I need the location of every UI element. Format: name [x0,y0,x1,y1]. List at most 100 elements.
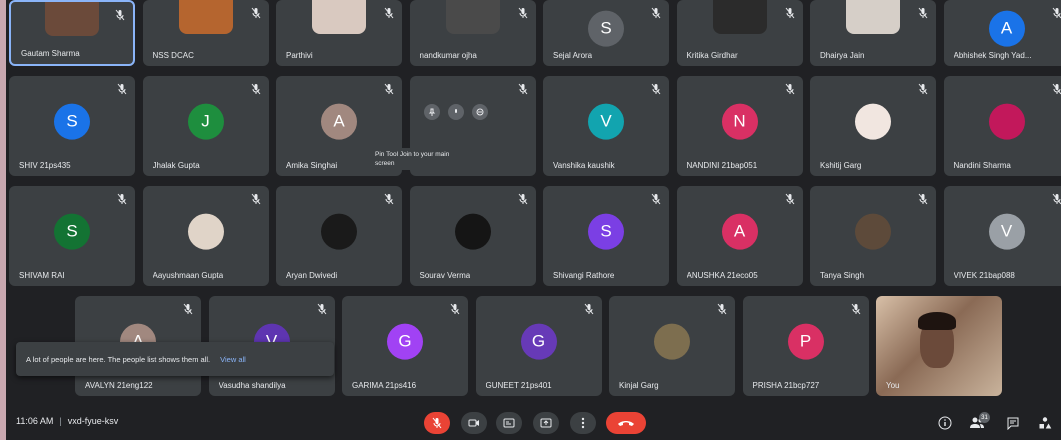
participant-tile[interactable]: A ANUSHKA 21eco05 [676,186,803,286]
muted-mic-icon [251,192,261,205]
participant-tile[interactable]: Kinjal Garg [609,296,735,396]
participant-name: Dhairya Jain [820,51,865,60]
captions-icon [503,418,515,428]
muted-mic-icon [317,302,327,315]
muted-mic-icon [450,302,460,315]
participant-name: GARIMA 21ps416 [352,381,417,390]
tile-hover-controls [424,104,488,120]
more-options-button[interactable] [570,412,596,434]
participant-name: Nandini Sharma [953,161,1011,170]
participant-name: PRISHA 21bcp727 [752,381,820,390]
participant-name: Kritika Girdhar [686,51,738,60]
muted-mic-icon [384,82,394,95]
participant-tile[interactable]: Sourav Verma [409,186,536,286]
participant-tile[interactable]: S Shivangi Rathore [543,186,669,286]
camera-icon [468,419,479,427]
captions-button[interactable] [496,412,522,434]
mic-off-button[interactable] [424,412,450,434]
participant-tile[interactable]: G GUNEET 21ps401 [475,296,602,396]
muted-mic-icon [518,82,528,95]
avatar: S [54,103,90,140]
muted-mic-icon [785,6,795,19]
muted-mic-icon [785,192,795,205]
avatar-photo [712,0,767,34]
participant-tile[interactable]: S Sejal Arora [543,0,669,66]
participant-tile[interactable]: nandkumar ojha [409,0,536,66]
mic-off-icon [432,417,442,429]
mic-toggle-icon[interactable] [448,104,464,120]
avatar-photo [187,213,224,250]
info-button[interactable] [936,414,954,432]
remove-icon[interactable] [472,104,488,120]
muted-mic-icon [384,6,394,19]
participant-tile[interactable]: J Jhalak Gupta [142,76,269,176]
muted-mic-icon [183,302,193,315]
end-call-button[interactable] [606,412,646,434]
participant-name: Gautam Sharma [21,49,80,58]
people-count-badge: 31 [979,412,990,423]
avatar-photo [178,0,233,34]
present-button[interactable] [533,412,559,434]
participant-name: Kinjal Garg [619,381,659,390]
participant-name: SHIVAM RAI [19,271,65,280]
participant-tile[interactable]: P PRISHA 21bcp727 [742,296,869,396]
muted-mic-icon [651,6,661,19]
avatar-photo [654,323,690,360]
participant-name: Kshitij Garg [820,161,862,170]
participant-tile[interactable]: Aayushmaan Gupta [142,186,269,286]
avatar-photo [445,0,500,34]
avatar-photo [321,213,357,250]
participant-name: Shivangi Rathore [553,271,615,280]
camera-button[interactable] [461,412,487,434]
participant-tile[interactable]: NSS DCAC [142,0,269,66]
participant-tile[interactable]: Dhairya Jain [810,0,936,66]
participant-tile[interactable]: V Vanshika kaushik [543,76,669,176]
participant-tile[interactable]: V VIVEK 21bap088 [943,186,1061,286]
bottom-bar: 11:06 AM | vxd-fyue-ksv 31 [0,406,1061,440]
participant-name: Vasudha shandilya [218,381,286,390]
end-call-icon [618,421,634,426]
muted-mic-icon [918,192,928,205]
muted-mic-icon [1052,82,1061,95]
avatar: A [988,10,1025,47]
participant-tile[interactable]: Nandini Sharma [943,76,1061,176]
view-all-link[interactable]: View all [220,355,246,364]
participant-name: Vanshika kaushik [553,161,615,170]
participant-tile[interactable]: G GARIMA 21ps416 [342,296,468,396]
participant-tile[interactable]: S SHIV 21ps435 [9,76,135,176]
participant-tile[interactable]: Kritika Girdhar [676,0,803,66]
participant-tile[interactable]: Gautam Sharma [9,0,135,66]
pin-icon[interactable] [424,104,440,120]
avatar: P [787,323,824,360]
muted-mic-icon [851,302,861,315]
muted-mic-icon [918,6,928,19]
left-edge-strip [0,0,6,440]
avatar: S [588,10,624,47]
muted-mic-icon [717,302,727,315]
avatar: S [54,213,90,250]
present-icon [540,418,552,428]
participant-tile[interactable]: Parthivi [276,0,402,66]
participant-tile[interactable]: N NANDINI 21bap051 [676,76,803,176]
participant-tile[interactable]: Aryan Dwivedi [276,186,402,286]
activities-button[interactable] [1036,414,1054,432]
people-button[interactable]: 31 [968,412,990,432]
avatar-photo [454,213,491,250]
self-view-tile[interactable]: You [876,296,1002,396]
participant-tile[interactable]: A Abhishek Singh Yad... [943,0,1061,66]
participant-name: Aayushmaan Gupta [152,271,224,280]
participant-name: GUNEET 21ps401 [485,381,552,390]
chat-button[interactable] [1004,414,1022,432]
muted-mic-icon [117,192,127,205]
participant-name: NANDINI 21bap051 [686,161,758,170]
muted-mic-icon [251,82,261,95]
participant-name: VIVEK 21bap088 [953,271,1015,280]
participant-name: nandkumar ojha [419,51,477,60]
participant-name: Aryan Dwivedi [286,271,338,280]
participant-name: Sejal Arora [553,51,593,60]
participant-tile[interactable]: Tanya Singh [810,186,936,286]
participant-tile[interactable]: Kshitij Garg [810,76,936,176]
participant-tile[interactable]: S SHIVAM RAI [9,186,135,286]
people-list-toast: A lot of people are here. The people lis… [16,342,334,376]
info-icon [938,416,952,430]
